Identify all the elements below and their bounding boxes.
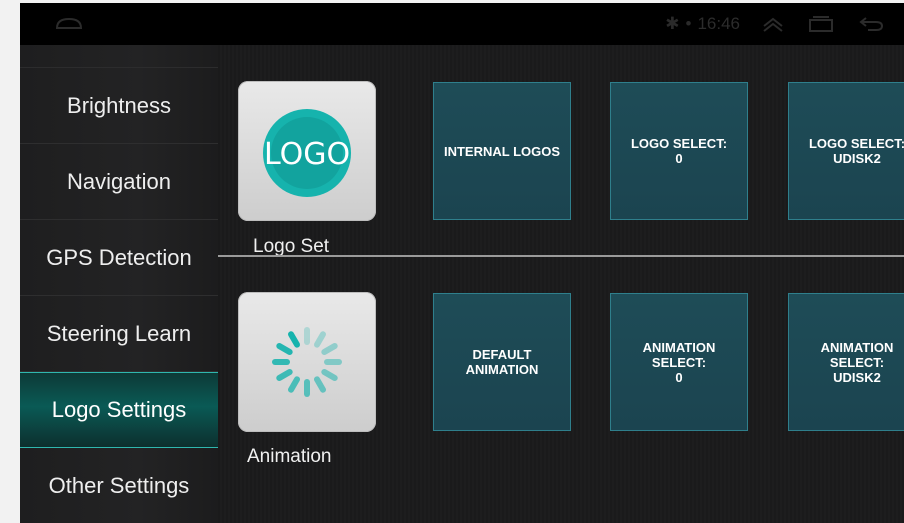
logo-badge-icon: LOGO bbox=[263, 109, 351, 197]
animation-app-icon[interactable] bbox=[238, 292, 376, 432]
spinner-dash bbox=[314, 376, 326, 393]
tile-value: UDISK2 bbox=[833, 369, 881, 385]
clock: 16:46 bbox=[697, 14, 740, 33]
default-animation-tile[interactable]: DEFAULT ANIMATION bbox=[433, 293, 571, 431]
sidebar-item-other-settings[interactable]: Other Settings bbox=[20, 448, 218, 523]
chevron-up-icon[interactable] bbox=[762, 16, 784, 32]
spinner-dash bbox=[276, 343, 293, 355]
tile-value: UDISK2 bbox=[833, 151, 881, 166]
tile-value: 0 bbox=[675, 151, 683, 166]
sidebar-top-gap bbox=[20, 45, 218, 68]
sidebar-item-navigation[interactable]: Navigation bbox=[20, 144, 218, 220]
tile-value: 0 bbox=[675, 369, 683, 385]
sidebar-item-steering-learn[interactable]: Steering Learn bbox=[20, 296, 218, 372]
spinner-dash bbox=[321, 343, 338, 355]
tile-title: ANIMATION SELECT: bbox=[820, 339, 894, 370]
tile-title: ANIMATION SELECT: bbox=[642, 339, 716, 370]
logo-select-udisk2-tile[interactable]: LOGO SELECT: UDISK2 bbox=[788, 82, 904, 220]
logo-badge-text: LOGO bbox=[264, 137, 350, 172]
tile-title: INTERNAL LOGOS bbox=[443, 143, 561, 159]
animation-select-udisk2-tile[interactable]: ANIMATION SELECT: UDISK2 bbox=[788, 293, 904, 431]
spinner-dash bbox=[314, 331, 326, 348]
logo-settings-panel: LOGO Logo Set INTERNAL LOGOS LOGO SELECT… bbox=[218, 45, 904, 523]
sidebar-item-logo-settings[interactable]: Logo Settings bbox=[20, 372, 218, 448]
tile-title: DEFAULT ANIMATION bbox=[465, 347, 539, 377]
animation-select-0-tile[interactable]: ANIMATION SELECT: 0 bbox=[610, 293, 748, 431]
spinner-dash bbox=[288, 376, 300, 393]
animation-label: Animation bbox=[247, 446, 332, 467]
spinner-dash bbox=[288, 331, 300, 348]
tile-title: LOGO SELECT: bbox=[630, 136, 728, 151]
sidebar-item-brightness[interactable]: Brightness bbox=[20, 68, 218, 144]
spinner-dash bbox=[321, 369, 338, 381]
bluetooth-icon: ✱ bbox=[665, 14, 680, 33]
spinner-dash bbox=[276, 369, 293, 381]
section-divider bbox=[218, 255, 904, 257]
recent-apps-icon[interactable] bbox=[808, 16, 834, 32]
sidebar-item-gps-detection[interactable]: GPS Detection bbox=[20, 220, 218, 296]
status-dot: • bbox=[685, 14, 692, 33]
head-unit-screen: ✱ • 16:46 Brightness Navigation GPS Dete… bbox=[20, 3, 904, 523]
internal-logos-tile[interactable]: INTERNAL LOGOS bbox=[433, 82, 571, 220]
home-icon[interactable] bbox=[54, 15, 84, 31]
loading-spinner-icon bbox=[272, 327, 342, 397]
logo-select-0-tile[interactable]: LOGO SELECT: 0 bbox=[610, 82, 748, 220]
tile-title: LOGO SELECT: bbox=[808, 136, 904, 151]
logo-set-app-icon[interactable]: LOGO bbox=[238, 81, 376, 221]
status-bar: ✱ • 16:46 bbox=[20, 3, 904, 45]
back-icon[interactable] bbox=[858, 16, 884, 32]
settings-sidebar: Brightness Navigation GPS Detection Stee… bbox=[20, 45, 218, 523]
